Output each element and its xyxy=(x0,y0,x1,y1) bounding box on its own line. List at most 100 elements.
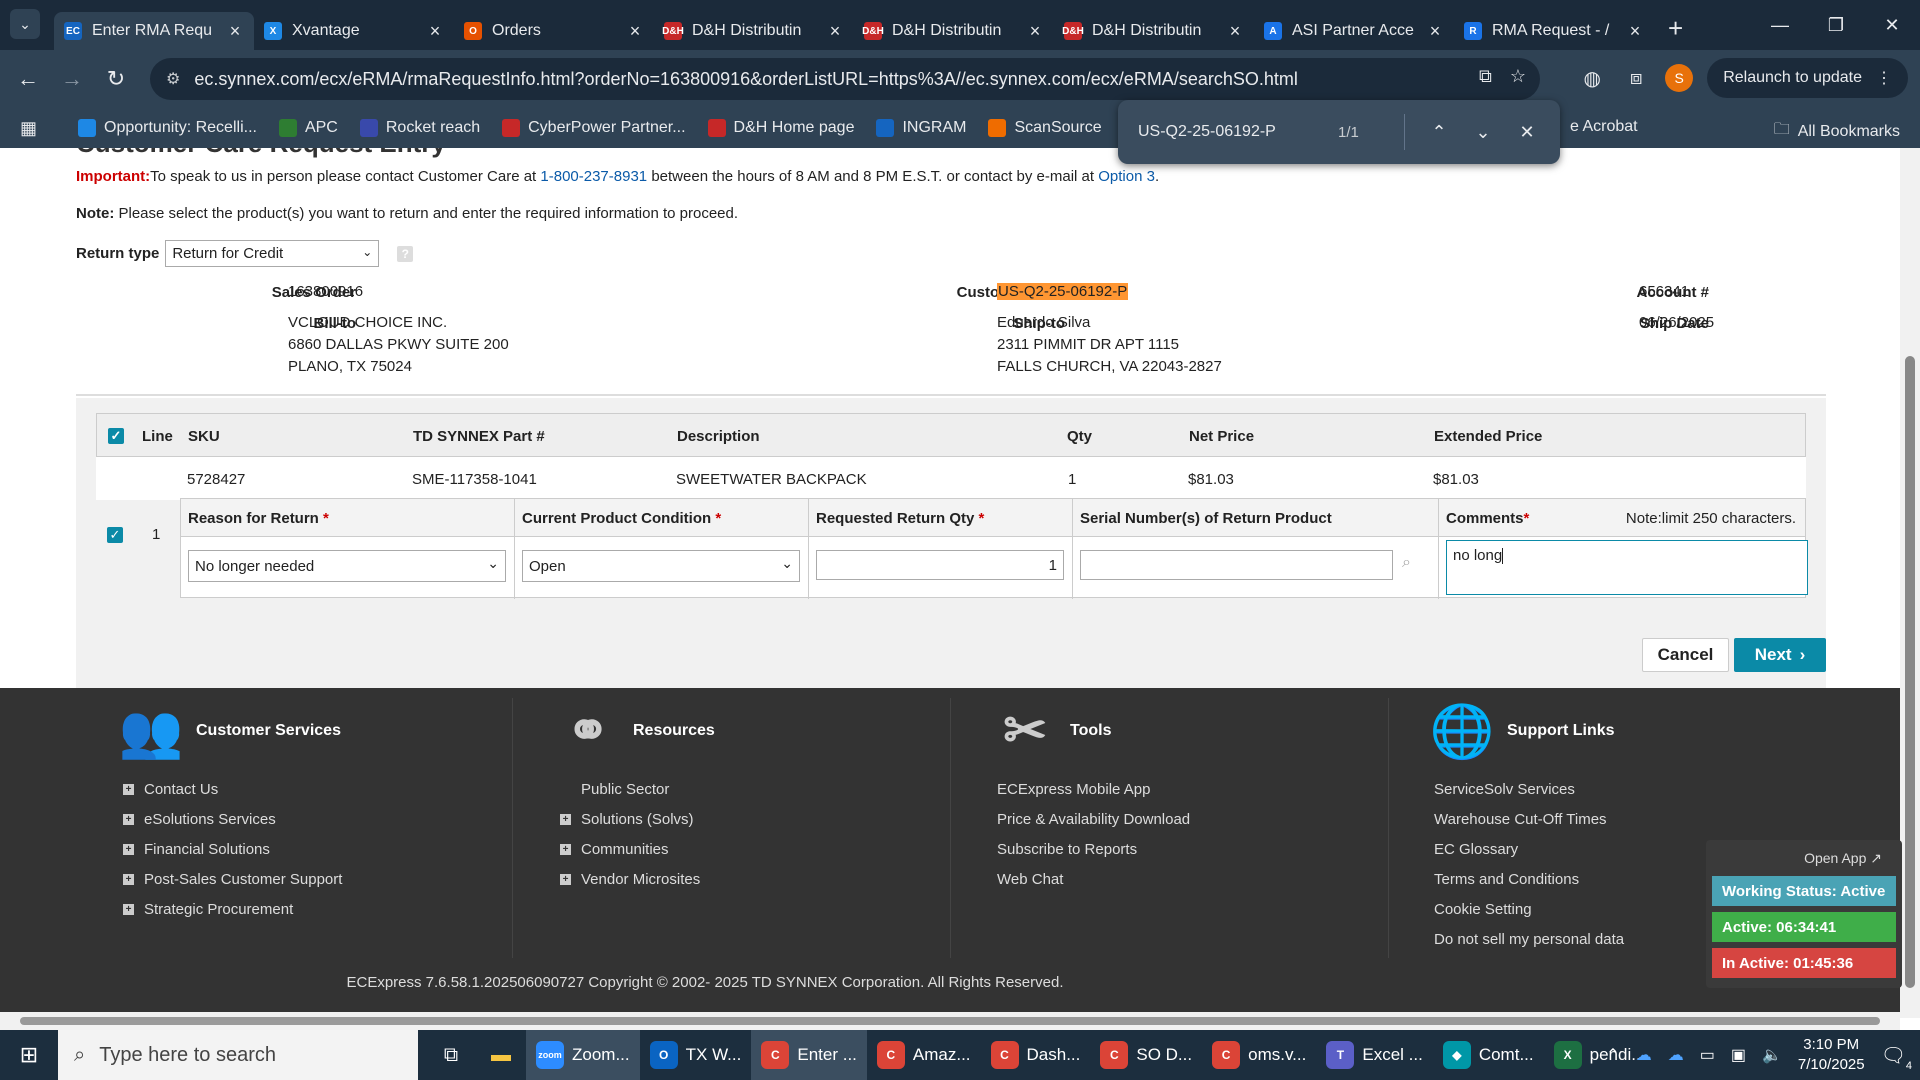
find-close-icon[interactable]: ✕ xyxy=(1505,122,1549,143)
taskbar-app[interactable]: zoom Zoom... xyxy=(526,1030,640,1080)
address-bar[interactable]: ⚙ ec.synnex.com/ecx/eRMA/rmaRequestInfo.… xyxy=(150,58,1540,100)
all-bookmarks-button[interactable]: 🗀 All Bookmarks xyxy=(1774,118,1900,145)
bookmark-item[interactable]: Opportunity: Recelli... xyxy=(78,119,257,137)
tab-close-icon[interactable]: × xyxy=(426,21,444,42)
task-view-icon[interactable]: ⧉ xyxy=(426,1044,476,1067)
bookmark-item[interactable]: APC xyxy=(278,119,338,137)
tab-close-icon[interactable]: × xyxy=(626,21,644,42)
find-next-icon[interactable]: ⌄ xyxy=(1461,122,1505,143)
browser-tab[interactable]: D&H D&H Distributin × xyxy=(854,12,1054,50)
footer-link[interactable]: Cookie Setting xyxy=(1434,894,1624,924)
taskbar-app[interactable]: C Enter ... xyxy=(751,1030,867,1080)
tray-expand-icon[interactable]: ⌃ xyxy=(1606,1045,1619,1065)
footer-link[interactable]: Public Sector xyxy=(560,774,700,804)
open-app-link[interactable]: Open App ↗ xyxy=(1804,850,1882,867)
taskbar-app[interactable]: Coms.v... xyxy=(1202,1030,1316,1080)
footer-link[interactable]: + Financial Solutions xyxy=(123,834,342,864)
browser-tab[interactable]: EC Enter RMA Requ × xyxy=(54,12,254,50)
tab-close-icon[interactable]: × xyxy=(1226,21,1244,42)
vertical-scroll-thumb[interactable] xyxy=(1905,356,1915,988)
footer-link[interactable]: Warehouse Cut-Off Times xyxy=(1434,804,1624,834)
globe-extension-icon[interactable]: ◍ xyxy=(1577,63,1607,93)
notification-icon[interactable]: 🗨 4 xyxy=(1881,1043,1912,1072)
help-icon[interactable]: ? xyxy=(397,245,414,262)
more-menu-icon[interactable]: ⋮ xyxy=(1876,68,1892,88)
onedrive-business-icon[interactable]: ☁ xyxy=(1668,1045,1684,1065)
browser-tab[interactable]: A ASI Partner Acce × xyxy=(1254,12,1454,50)
forward-icon[interactable]: → xyxy=(50,66,94,92)
footer-link[interactable]: + Solutions (Solvs) xyxy=(560,804,700,834)
taskbar-app[interactable]: C SO D... xyxy=(1090,1030,1202,1080)
footer-link[interactable]: ECExpress Mobile App xyxy=(997,774,1190,804)
search-icon[interactable]: ⌕ xyxy=(1402,554,1411,572)
find-prev-icon[interactable]: ⌃ xyxy=(1417,122,1461,143)
browser-tab[interactable]: X Xvantage × xyxy=(254,12,454,50)
taskbar-app[interactable]: C Dash... xyxy=(981,1030,1091,1080)
browser-tab[interactable]: D&H D&H Distributin × xyxy=(654,12,854,50)
next-button[interactable]: Next › xyxy=(1734,638,1826,672)
relaunch-button[interactable]: Relaunch to update ⋮ xyxy=(1707,58,1908,98)
tab-close-icon[interactable]: × xyxy=(1426,21,1444,42)
footer-link[interactable]: Do not sell my personal data xyxy=(1434,924,1624,954)
return-qty-input[interactable]: 1 xyxy=(816,550,1064,580)
tab-close-icon[interactable]: × xyxy=(826,21,844,42)
browser-tab[interactable]: R RMA Request - / × xyxy=(1454,12,1654,50)
footer-link[interactable]: + Vendor Microsites xyxy=(560,864,700,894)
taskbar-search[interactable]: ⌕ Type here to search xyxy=(58,1030,418,1080)
site-info-icon[interactable]: ⚙ xyxy=(166,69,180,89)
browser-tab[interactable]: O Orders × xyxy=(454,12,654,50)
profile-avatar[interactable]: S xyxy=(1665,64,1694,92)
find-input[interactable]: US-Q2-25-06192-P xyxy=(1138,123,1338,141)
taskbar-app[interactable]: O TX W... xyxy=(640,1030,752,1080)
tab-close-icon[interactable]: × xyxy=(1026,21,1044,42)
new-tab-button[interactable]: + xyxy=(1668,13,1683,44)
taskbar-app[interactable]: C Amaz... xyxy=(867,1030,981,1080)
lens-icon[interactable]: ⧉ xyxy=(1479,66,1492,87)
footer-link[interactable]: + eSolutions Services xyxy=(123,804,342,834)
extensions-icon[interactable]: ⧈ xyxy=(1621,63,1651,93)
file-explorer-icon[interactable]: ▬ xyxy=(476,1044,526,1067)
return-type-select[interactable]: Return for Credit ⌄ xyxy=(165,240,380,267)
onedrive-icon[interactable]: ☁ xyxy=(1636,1045,1652,1065)
taskbar-app[interactable]: T Excel ... xyxy=(1316,1030,1432,1080)
bookmark-item[interactable]: CyberPower Partner... xyxy=(502,119,686,137)
close-window-icon[interactable]: ✕ xyxy=(1864,15,1920,36)
footer-link[interactable]: + Post-Sales Customer Support xyxy=(123,864,342,894)
footer-link[interactable]: + Strategic Procurement xyxy=(123,894,342,924)
back-icon[interactable]: ← xyxy=(6,66,50,92)
bookmark-acrobat[interactable]: e Acrobat xyxy=(1570,118,1638,136)
taskbar-app[interactable]: ◆ Comt... xyxy=(1433,1030,1544,1080)
windows-start-icon[interactable]: ⊞ xyxy=(0,1042,58,1068)
tab-search-button[interactable]: ⌄ xyxy=(10,9,40,39)
tab-close-icon[interactable]: × xyxy=(1626,21,1644,42)
bookmark-item[interactable]: ScanSource xyxy=(988,119,1102,137)
footer-link[interactable]: + Contact Us xyxy=(123,774,342,804)
comments-textarea[interactable]: no long xyxy=(1446,540,1808,595)
horizontal-scrollbar[interactable] xyxy=(0,1012,1900,1030)
browser-tab[interactable]: D&H D&H Distributin × xyxy=(1054,12,1254,50)
network-icon[interactable]: ▣ xyxy=(1731,1045,1746,1065)
bookmark-star-icon[interactable]: ☆ xyxy=(1510,66,1526,87)
footer-link[interactable]: EC Glossary xyxy=(1434,834,1624,864)
reload-icon[interactable]: ↻ xyxy=(94,66,138,92)
footer-link[interactable]: Terms and Conditions xyxy=(1434,864,1624,894)
select-all-checkbox[interactable]: ✓ xyxy=(108,428,124,444)
tab-close-icon[interactable]: × xyxy=(226,21,244,42)
reason-select[interactable]: No longer needed ⌄ xyxy=(188,550,506,582)
battery-icon[interactable]: ▭ xyxy=(1700,1045,1715,1065)
footer-link[interactable]: ServiceSolv Services xyxy=(1434,774,1624,804)
vertical-scrollbar[interactable] xyxy=(1900,148,1920,1018)
apps-grid-icon[interactable]: ▦ xyxy=(20,118,52,139)
footer-link[interactable]: Subscribe to Reports xyxy=(997,834,1190,864)
horizontal-scroll-thumb[interactable] xyxy=(20,1017,1880,1025)
clock[interactable]: 3:10 PM 7/10/2025 xyxy=(1798,1035,1865,1075)
phone-link[interactable]: 1-800-237-8931 xyxy=(540,168,647,185)
bookmark-item[interactable]: D&H Home page xyxy=(707,119,854,137)
serial-number-input[interactable] xyxy=(1080,550,1393,580)
volume-icon[interactable]: 🔈 xyxy=(1762,1045,1782,1065)
bookmark-item[interactable]: Rocket reach xyxy=(359,119,480,137)
footer-link[interactable]: Price & Availability Download xyxy=(997,804,1190,834)
maximize-icon[interactable]: ❐ xyxy=(1808,15,1864,36)
bookmark-item[interactable]: INGRAM xyxy=(876,119,966,137)
option-3-link[interactable]: Option 3 xyxy=(1098,168,1155,185)
